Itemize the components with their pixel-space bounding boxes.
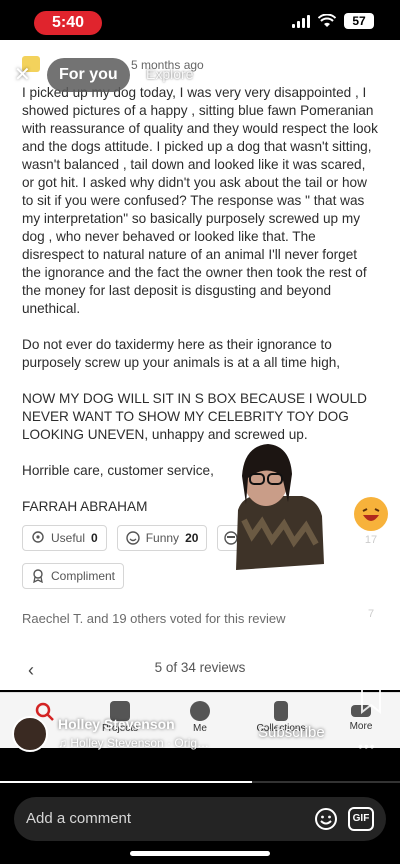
search-icon[interactable] — [314, 62, 340, 88]
compliment-label: Compliment — [51, 569, 116, 583]
status-bar: 5:40 57 — [0, 0, 400, 40]
smile-icon — [126, 531, 140, 545]
video-progress-bar[interactable] — [0, 781, 400, 783]
status-icons: 57 — [292, 13, 374, 29]
creator-name[interactable]: Holley Stevenson — [58, 716, 175, 732]
review-text: I picked up my dog today, I was very ver… — [22, 84, 378, 534]
home-indicator — [130, 851, 270, 856]
tab-for-you[interactable]: For you — [47, 58, 130, 92]
battery-level: 57 — [344, 13, 374, 29]
share-icon[interactable] — [356, 642, 386, 670]
close-icon[interactable]: ✕ — [14, 62, 31, 87]
comment-input[interactable]: Add a comment — [26, 797, 131, 841]
gif-button[interactable]: GIF — [348, 807, 374, 831]
funny-button[interactable]: Funny 20 — [116, 525, 208, 551]
nav-more-label: More — [349, 721, 373, 732]
funny-count: 20 — [185, 531, 199, 545]
comment-bar: Add a comment GIF — [14, 797, 386, 841]
useful-button[interactable]: Useful 0 — [22, 525, 107, 551]
video-progress-fill — [0, 781, 252, 783]
funny-label: Funny — [145, 531, 180, 545]
review-pagination: 5 of 34 reviews — [154, 660, 246, 675]
more-options-icon[interactable]: ••• — [358, 738, 376, 754]
cellular-signal-icon — [292, 14, 310, 28]
wifi-icon — [318, 14, 336, 27]
sound-label[interactable]: ♫ Holley Stevenson · Orig… — [58, 736, 209, 750]
reaction-buttons: Useful 0 Funny 20 — [22, 525, 248, 551]
review-paragraph: I picked up my dog today, I was very ver… — [22, 85, 378, 316]
profile-icon[interactable] — [362, 62, 388, 88]
useful-count: 0 — [91, 531, 98, 545]
review-paragraph: NOW MY DOG WILL SIT IN S BOX BECAUSE I W… — [22, 391, 367, 442]
bookmark-icon[interactable] — [358, 686, 384, 714]
useful-label: Useful — [51, 531, 86, 545]
lightbulb-icon — [32, 531, 44, 543]
award-icon — [33, 569, 43, 583]
review-signature: FARRAH ABRAHAM — [22, 499, 148, 514]
creator-video-thumbnail — [236, 444, 324, 570]
review-paragraph: Horrible care, customer service, — [22, 463, 214, 478]
subscribe-button[interactable]: Subscribe — [258, 724, 325, 741]
compliment-button[interactable]: Compliment — [22, 563, 125, 589]
tab-explore[interactable]: Explore — [146, 66, 193, 82]
review-paragraph: Do not ever do taxidermy here as their i… — [22, 337, 341, 370]
comment-count: 7 — [367, 608, 375, 620]
reaction-count: 17 — [364, 534, 378, 546]
review-voters: Raechel T. and 19 others voted for this … — [22, 611, 286, 626]
creator-avatar[interactable] — [12, 716, 48, 752]
laughing-emoji-icon[interactable] — [354, 497, 388, 531]
emoji-icon[interactable] — [314, 807, 338, 831]
comment-icon[interactable] — [356, 572, 386, 602]
status-time: 5:40 — [34, 11, 102, 35]
